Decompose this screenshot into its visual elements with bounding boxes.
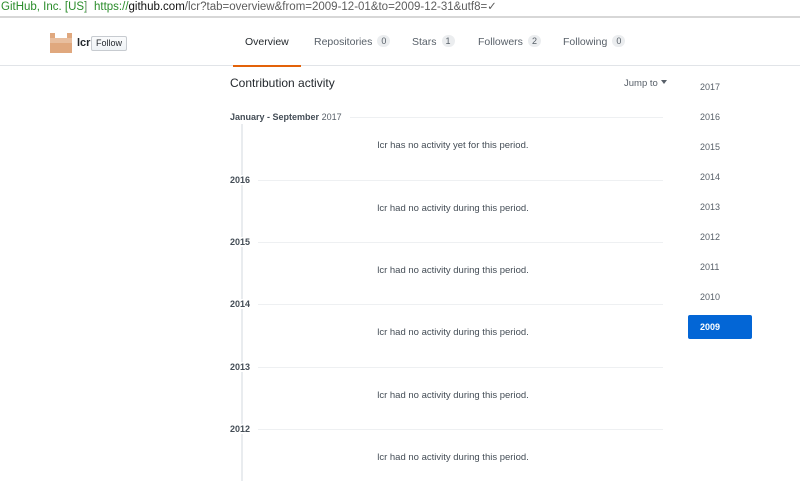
url-path: /lcr?tab=overview&from=2009-12-01&to=200… — [184, 1, 497, 13]
period-heading: 2012 — [230, 424, 259, 434]
tab-label: Repositories — [314, 36, 373, 48]
period-heading: 2013 — [230, 362, 259, 372]
chevron-down-icon — [660, 80, 667, 84]
period-divider — [258, 180, 663, 181]
period-heading: 2014 — [230, 299, 259, 309]
year-link-2010[interactable]: 2010 — [688, 285, 752, 309]
no-activity-message: lcr had no activity during this period. — [377, 265, 529, 276]
period-heading: January - September 2017 — [230, 112, 350, 122]
tab-repositories[interactable]: Repositories 0 — [314, 18, 391, 66]
year-link-2014[interactable]: 2014 — [688, 165, 752, 189]
tab-followers[interactable]: Followers 2 — [478, 18, 541, 66]
year-link-2013[interactable]: 2013 — [688, 195, 752, 219]
year-link-2016[interactable]: 2016 — [688, 105, 752, 129]
followers-count: 2 — [527, 35, 541, 47]
year-link-2009[interactable]: 2009 — [688, 315, 752, 339]
no-activity-message: lcr had no activity during this period. — [377, 203, 529, 214]
url-host: github.com — [128, 1, 185, 13]
avatar[interactable] — [50, 33, 72, 53]
secure-site-label: GitHub, Inc. [US] — [1, 1, 88, 13]
jump-to-label: Jump to — [624, 78, 658, 89]
period-divider — [258, 242, 663, 243]
tab-label: Followers — [478, 36, 523, 48]
no-activity-message: lcr had no activity during this period. — [377, 390, 529, 401]
tab-following[interactable]: Following 0 — [563, 18, 626, 66]
stars-count: 1 — [441, 35, 455, 47]
period-divider — [338, 117, 663, 118]
follow-button[interactable]: Follow — [91, 36, 128, 51]
address-bar[interactable]: GitHub, Inc. [US] https://github.com/lcr… — [0, 0, 800, 15]
username[interactable]: lcr — [77, 37, 90, 49]
address-bar-divider — [86, 1, 87, 13]
period-heading: 2015 — [230, 237, 259, 247]
tab-label: Overview — [245, 36, 289, 48]
period-divider — [258, 429, 663, 430]
no-activity-message: lcr has no activity yet for this period. — [377, 140, 529, 151]
year-link-2012[interactable]: 2012 — [688, 225, 752, 249]
jump-to-dropdown[interactable]: Jump to — [624, 78, 667, 89]
tab-label: Stars — [412, 36, 437, 48]
tab-overview[interactable]: Overview — [233, 18, 301, 67]
no-activity-message: lcr had no activity during this period. — [377, 327, 529, 338]
year-link-2015[interactable]: 2015 — [688, 135, 752, 159]
period-divider — [258, 367, 663, 368]
contribution-activity-heading: Contribution activity — [230, 76, 335, 90]
year-link-2017[interactable]: 2017 — [688, 75, 752, 99]
url-scheme: https:// — [94, 1, 129, 13]
tab-stars[interactable]: Stars 1 — [412, 18, 455, 66]
period-heading: 2016 — [230, 175, 259, 185]
tab-label: Following — [563, 36, 608, 48]
year-link-2011[interactable]: 2011 — [688, 255, 752, 279]
no-activity-message: lcr had no activity during this period. — [377, 452, 529, 463]
period-divider — [258, 304, 663, 305]
user-nav-header: lcr Follow Overview Repositories 0 Stars 1… — [0, 18, 800, 67]
repositories-count: 0 — [377, 35, 391, 47]
following-count: 0 — [612, 35, 626, 47]
url-text[interactable]: https://github.com/lcr?tab=overview&from… — [94, 0, 497, 14]
